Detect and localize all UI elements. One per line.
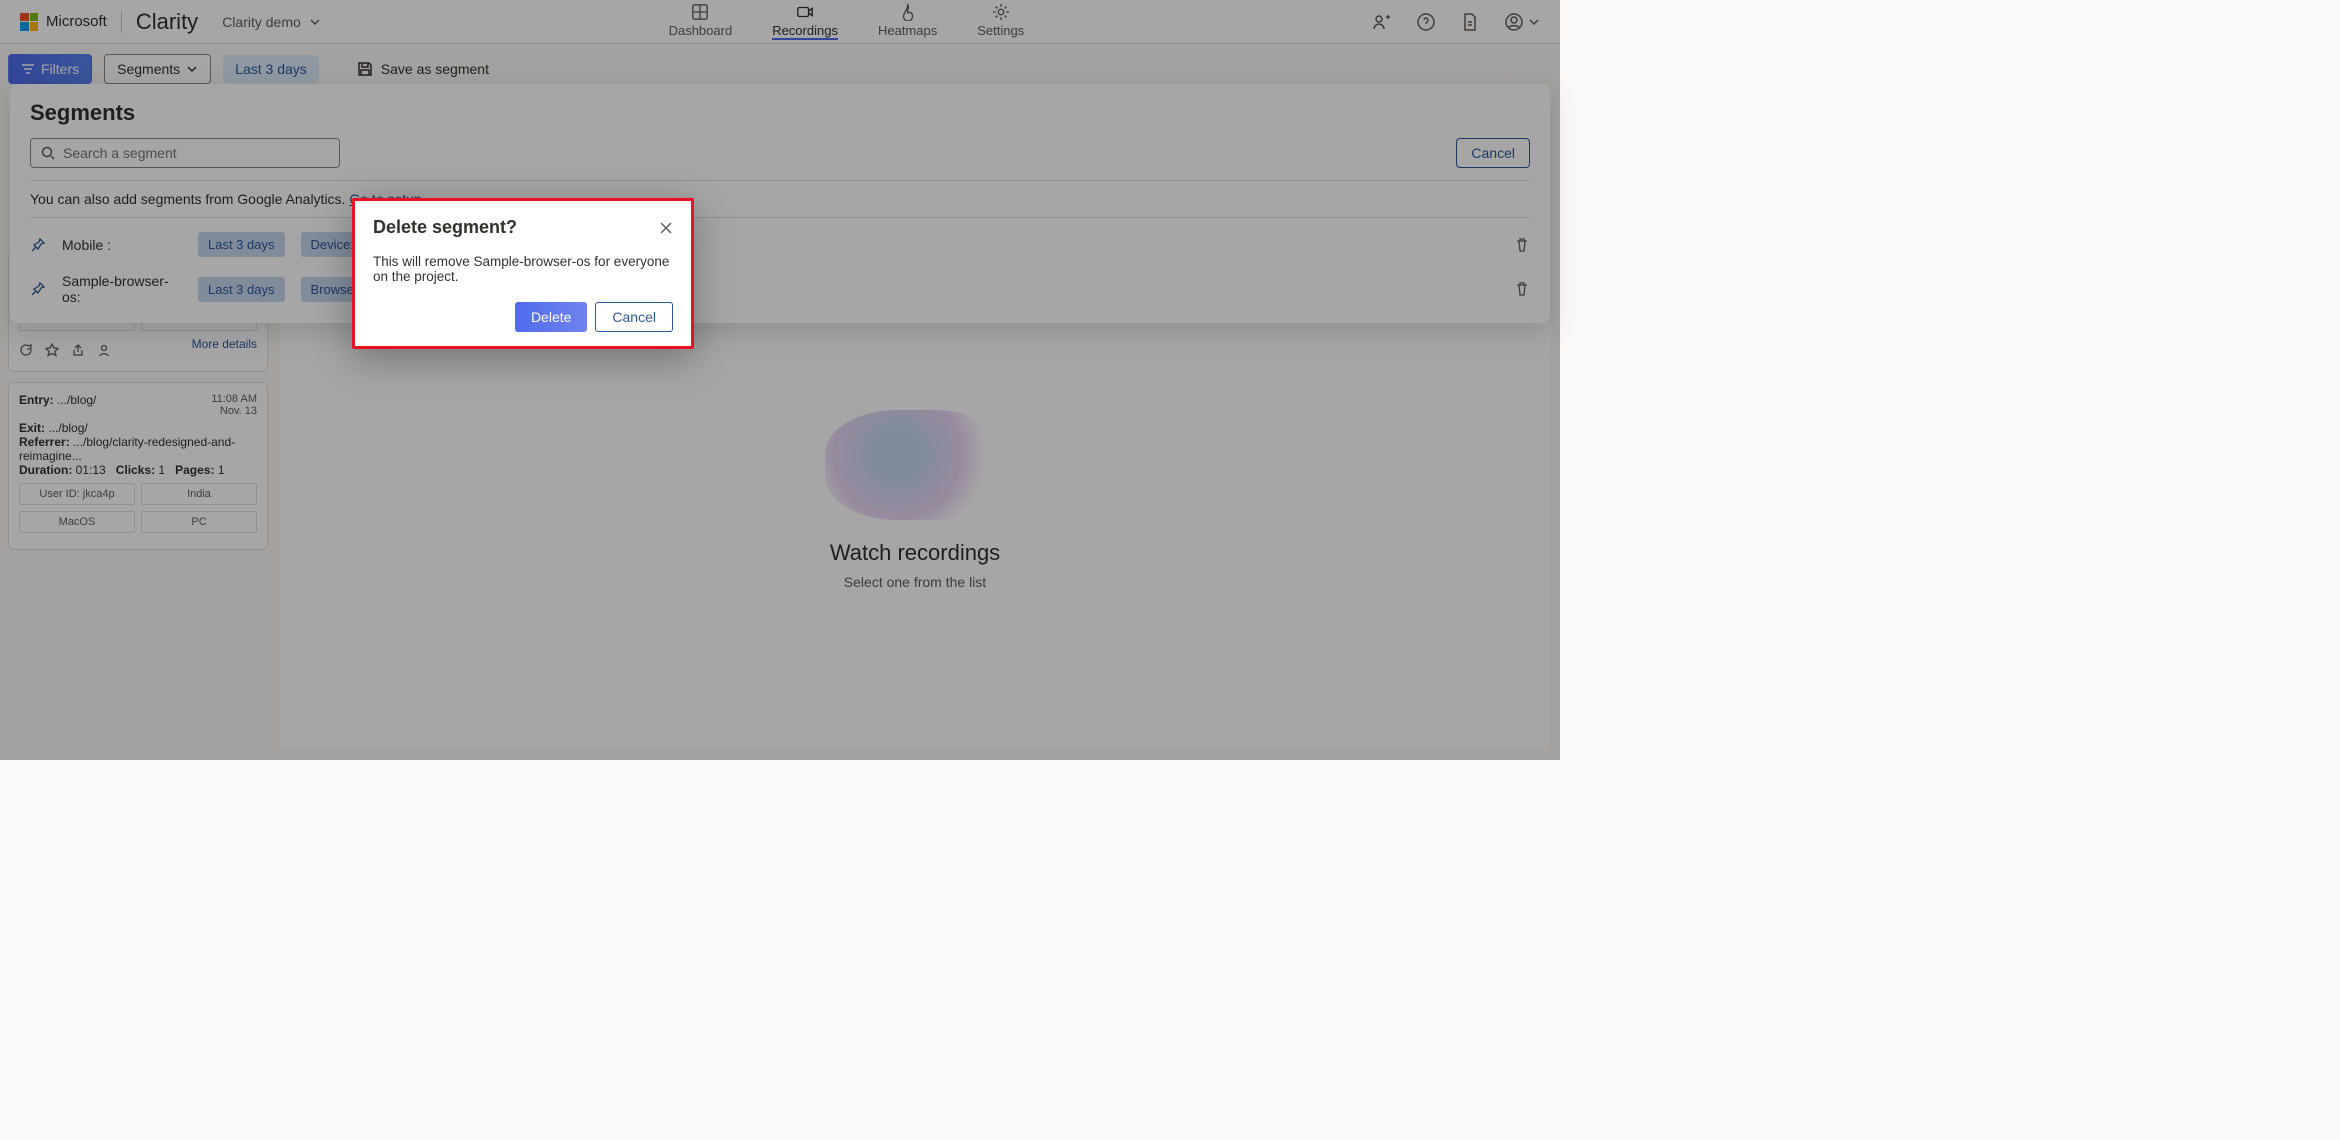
- dialog-title: Delete segment?: [373, 217, 517, 238]
- dialog-body: This will remove Sample-browser-os for e…: [373, 254, 673, 284]
- cancel-button[interactable]: Cancel: [595, 302, 673, 332]
- close-icon[interactable]: [659, 221, 673, 235]
- delete-segment-dialog: Delete segment? This will remove Sample-…: [352, 198, 694, 349]
- delete-button[interactable]: Delete: [515, 302, 587, 332]
- modal-backdrop[interactable]: [0, 0, 1560, 760]
